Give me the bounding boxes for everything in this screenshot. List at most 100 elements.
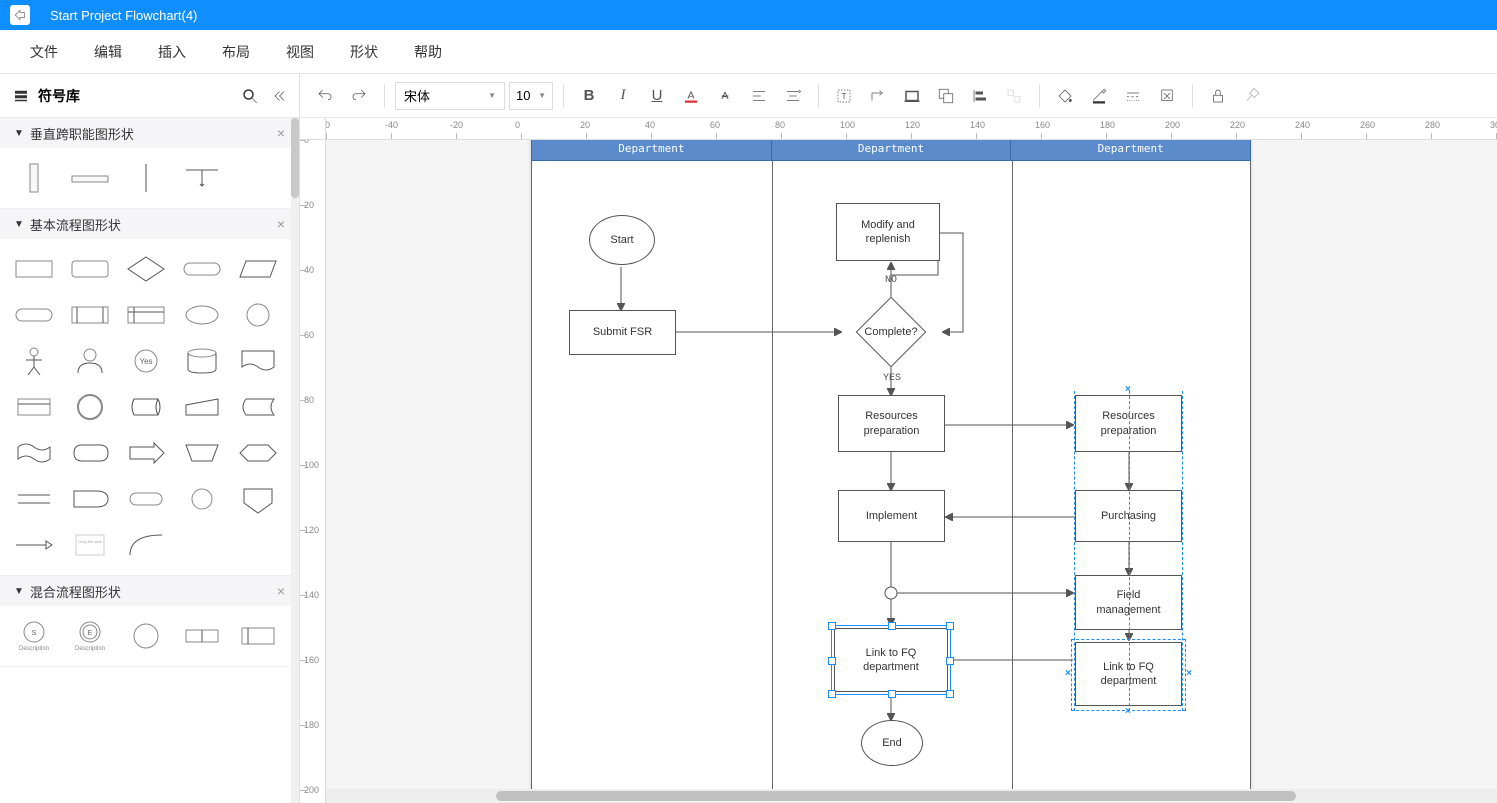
settings-button[interactable] [1237,81,1267,111]
canvas-viewport[interactable]: Department Department Department [326,140,1497,789]
shape-split-rect[interactable] [176,616,228,656]
shape-data[interactable] [232,249,284,289]
shape-arrow-connector[interactable] [8,525,60,565]
shape-preparation[interactable] [232,433,284,473]
lane-divider[interactable] [772,161,773,789]
node-link-fq-1[interactable]: Link to FQ department [834,628,948,692]
highlight-button[interactable]: A [710,81,740,111]
text-tool-button[interactable]: T [829,81,859,111]
shape-terminator[interactable] [8,295,60,335]
horizontal-scrollbar[interactable] [326,789,1497,803]
swimlane-header[interactable]: Department Department Department [531,140,1251,161]
menu-edit[interactable]: 编辑 [76,42,140,62]
group-button[interactable] [931,81,961,111]
shape-terminator-pill[interactable] [176,249,228,289]
section-head[interactable]: ▼ 混合流程图形状 × [0,576,299,606]
align-vertical-button[interactable] [778,81,808,111]
node-implement[interactable]: Implement [838,490,945,542]
page[interactable]: Department Department Department [531,140,1251,789]
node-field-mgmt[interactable]: Field management [1075,575,1182,630]
collapse-sidebar-icon[interactable] [269,87,287,105]
section-head[interactable]: ▼ 基本流程图形状 × [0,209,299,239]
node-modify[interactable]: Modify and replenish [836,203,940,261]
shape-user[interactable] [64,341,116,381]
shape-connector[interactable] [232,295,284,335]
menu-layout[interactable]: 布局 [204,42,268,62]
shape-circle-bold[interactable] [64,387,116,427]
node-start[interactable]: Start [589,215,655,265]
line-color-button[interactable] [1084,81,1114,111]
shape-parallel[interactable] [8,479,60,519]
lane-header[interactable]: Department [532,140,772,160]
fill-color-button[interactable] [1050,81,1080,111]
shape-document[interactable] [232,341,284,381]
font-size-select[interactable]: 10▼ [509,82,553,110]
bold-button[interactable]: B [574,81,604,111]
lane-header[interactable]: Department [1011,140,1250,160]
shape-curve[interactable] [120,525,172,565]
node-submit-fsr[interactable]: Submit FSR [569,310,676,355]
node-resources-2[interactable]: Resources preparation [1075,395,1182,452]
node-complete-decision[interactable]: Complete? [841,302,941,362]
section-head[interactable]: ▼ 垂直跨职能图形状 × [0,118,299,148]
shape-actor[interactable] [8,341,60,381]
shape-process-rounded[interactable] [64,249,116,289]
shape-manual-op[interactable] [176,433,228,473]
format-painter-button[interactable] [1152,81,1182,111]
menu-insert[interactable]: 插入 [140,42,204,62]
connector-style-button[interactable] [863,81,893,111]
scrollbar-thumb[interactable] [291,118,299,198]
italic-button[interactable]: I [608,81,638,111]
align-objects-button[interactable] [965,81,995,111]
menu-view[interactable]: 视图 [268,42,332,62]
line-style-button[interactable] [1118,81,1148,111]
redo-button[interactable] [344,81,374,111]
container-button[interactable] [897,81,927,111]
underline-button[interactable]: U [642,81,672,111]
shape-horizontal-lane[interactable] [64,158,116,198]
menu-shape[interactable]: 形状 [332,42,396,62]
shape-manual-input[interactable] [176,387,228,427]
scrollbar-thumb[interactable] [496,791,1296,801]
lock-button[interactable] [1203,81,1233,111]
shape-yes-circle[interactable]: Yes [120,341,172,381]
node-end[interactable]: End [861,720,923,766]
search-icon[interactable] [241,87,259,105]
shape-annotation[interactable]: Drag the side [64,525,116,565]
close-icon[interactable]: × [277,583,285,599]
shape-internal-storage[interactable] [120,295,172,335]
shape-delay[interactable] [64,479,116,519]
sidebar-scrollbar[interactable] [291,118,299,803]
node-purchasing[interactable]: Purchasing [1075,490,1182,542]
shape-predefined[interactable] [64,295,116,335]
shape-arrow-right[interactable] [120,433,172,473]
distribute-button[interactable] [999,81,1029,111]
menu-help[interactable]: 帮助 [396,42,460,62]
shape-process[interactable] [8,249,60,289]
shape-header-rect[interactable] [232,616,284,656]
shape-vertical-lane[interactable] [8,158,60,198]
shape-ellipse[interactable] [176,295,228,335]
lane-header[interactable]: Department [772,140,1012,160]
shape-pill2[interactable] [120,479,172,519]
font-color-button[interactable]: A [676,81,706,111]
close-icon[interactable]: × [277,125,285,141]
shape-start-circle[interactable]: SDescription [8,616,60,656]
shape-card[interactable] [8,387,60,427]
shape-decision[interactable] [120,249,172,289]
font-family-select[interactable]: 宋体▼ [395,82,505,110]
shape-direct-data[interactable] [120,387,172,427]
lane-divider[interactable] [1012,161,1013,789]
shape-stored-data[interactable] [232,387,284,427]
shape-tape[interactable] [8,433,60,473]
shape-circle2[interactable] [176,479,228,519]
shape-database[interactable] [176,341,228,381]
shape-circle-plain[interactable] [120,616,172,656]
shape-end-circle[interactable]: EDescription [64,616,116,656]
node-link-fq-2[interactable]: Link to FQ department [1075,642,1182,706]
shape-offpage[interactable] [232,479,284,519]
undo-button[interactable] [310,81,340,111]
menu-file[interactable]: 文件 [12,42,76,62]
shape-display[interactable] [64,433,116,473]
shape-pool[interactable] [176,158,228,198]
